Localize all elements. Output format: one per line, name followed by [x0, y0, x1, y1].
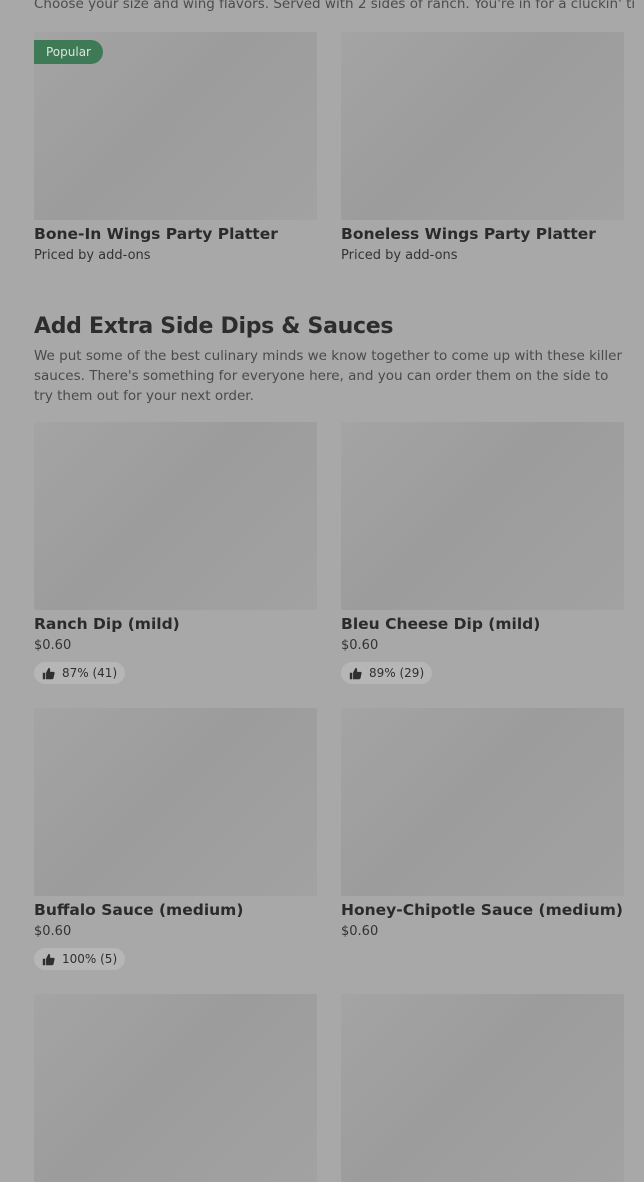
popular-badge: Popular — [34, 40, 103, 64]
menu-item-card[interactable]: Boneless Wings Party Platter Priced by a… — [341, 32, 624, 264]
item-name: Buffalo Sauce (medium) — [34, 901, 244, 919]
section-title: Add Extra Side Dips & Sauces — [34, 314, 394, 339]
item-image — [34, 422, 317, 610]
menu-item-card[interactable] — [341, 994, 624, 1182]
category-description: Choose your size and wing flavors. Serve… — [34, 0, 634, 12]
rating-badge: 87% (41) — [34, 662, 126, 684]
menu-item-card[interactable]: Buffalo Sauce (medium) $0.60 100% (5) — [34, 708, 317, 970]
item-image — [341, 994, 624, 1182]
item-price: $0.60 — [341, 638, 379, 653]
item-name: Ranch Dip (mild) — [34, 615, 180, 633]
rating-badge: 89% (29) — [341, 662, 433, 684]
menu-item-card[interactable] — [34, 994, 317, 1182]
rating-text: 89% (29) — [369, 666, 425, 680]
menu-item-card[interactable]: Honey-Chipotle Sauce (medium) $0.60 — [341, 708, 624, 940]
menu-page: Choose your size and wing flavors. Serve… — [0, 0, 644, 1182]
item-price: Priced by add-ons — [341, 248, 458, 263]
item-name: Honey-Chipotle Sauce (medium) — [341, 901, 623, 919]
item-price: $0.60 — [34, 638, 72, 653]
item-image: Popular — [34, 32, 317, 220]
item-price: Priced by add-ons — [34, 248, 151, 263]
item-price: $0.60 — [34, 924, 72, 939]
rating-text: 87% (41) — [62, 666, 118, 680]
section-description: We put some of the best culinary minds w… — [34, 348, 623, 404]
item-image — [341, 422, 624, 610]
item-name: Boneless Wings Party Platter — [341, 225, 596, 243]
item-price: $0.60 — [341, 924, 379, 939]
item-image — [341, 32, 624, 220]
thumbs-up-icon — [42, 953, 55, 965]
item-image — [34, 708, 317, 896]
item-name: Bone-In Wings Party Platter — [34, 225, 278, 243]
menu-item-card[interactable]: Popular Bone-In Wings Party Platter Pric… — [34, 32, 317, 264]
menu-item-card[interactable]: Ranch Dip (mild) $0.60 87% (41) — [34, 422, 317, 684]
thumbs-up-icon — [42, 667, 55, 679]
item-image — [341, 708, 624, 896]
item-image — [34, 994, 317, 1182]
item-name: Bleu Cheese Dip (mild) — [341, 615, 541, 633]
rating-text: 100% (5) — [62, 952, 118, 966]
thumbs-up-icon — [349, 667, 362, 679]
menu-item-card[interactable]: Bleu Cheese Dip (mild) $0.60 89% (29) — [341, 422, 624, 684]
rating-badge: 100% (5) — [34, 948, 126, 970]
